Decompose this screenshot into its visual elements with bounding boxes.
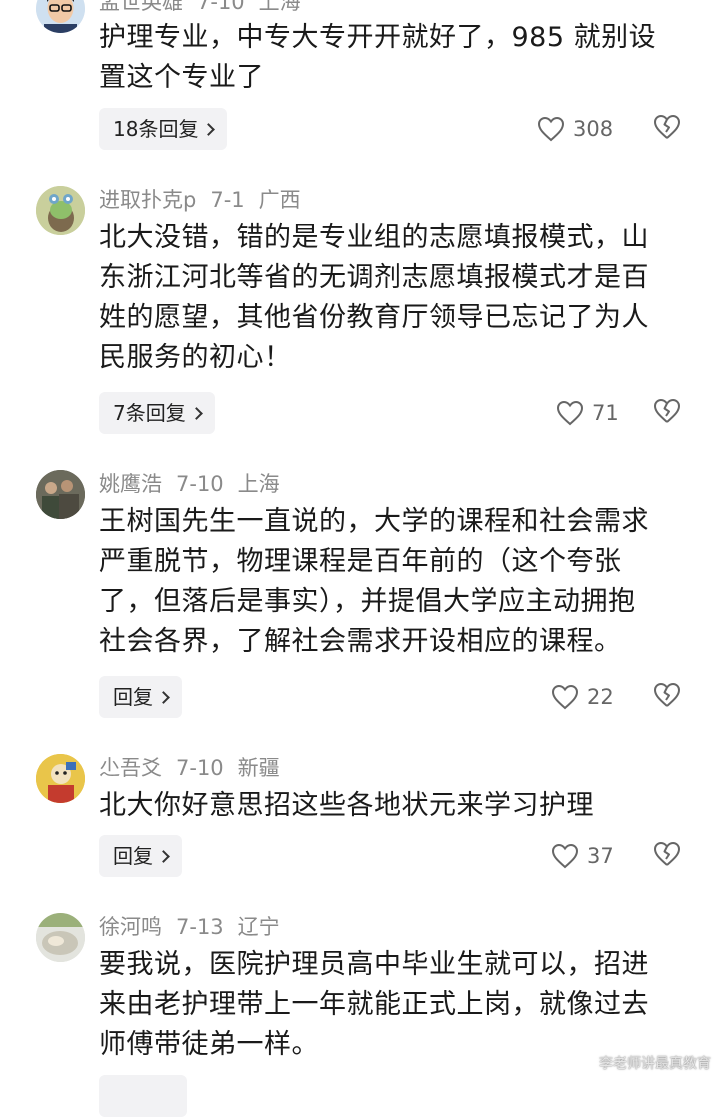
username[interactable]: 孟世英雄 xyxy=(99,0,183,14)
comment-text-line: 社会各界，了解社会需求开设相应的课程。 xyxy=(99,626,622,657)
broken-heart-icon xyxy=(654,399,680,423)
like-count: 71 xyxy=(592,401,619,425)
comment-text: 北大没错，错的是专业组的志愿填报模式，山 东浙江河北等省的无调剂志愿填报模式才是… xyxy=(99,218,679,378)
reply-label: 7条回复 xyxy=(113,401,186,425)
comment-meta: 进取扑克p 7-1 广西 xyxy=(99,186,315,214)
username[interactable]: 姚鹰浩 xyxy=(99,472,162,496)
dislike-button[interactable] xyxy=(653,398,683,428)
comment-location: 广西 xyxy=(258,188,301,212)
dislike-button[interactable] xyxy=(653,114,683,144)
like-button[interactable]: 308 xyxy=(537,108,613,150)
heart-icon xyxy=(556,400,584,426)
comment-text-line: 严重脱节，物理课程是百年前的（这个夸张 xyxy=(99,546,622,577)
boy-with-glasses-avatar-icon xyxy=(36,0,85,33)
broken-heart-icon xyxy=(654,115,680,139)
comment-text-line: 置这个专业了 xyxy=(99,62,264,93)
username[interactable]: 徐河鸣 xyxy=(99,915,162,939)
comment-date: 7-1 xyxy=(210,188,245,212)
comment-text-line: 要我说，医院护理员高中毕业生就可以，招进 xyxy=(99,949,649,980)
chevron-right-icon xyxy=(189,407,203,420)
user-avatar[interactable] xyxy=(36,186,85,235)
comment-location: 新疆 xyxy=(237,756,280,780)
heart-icon xyxy=(537,116,565,142)
reply-label: 18条回复 xyxy=(113,117,199,141)
reply-button[interactable]: 回复 xyxy=(99,835,182,877)
user-avatar[interactable] xyxy=(36,754,85,803)
username[interactable]: 进取扑克p xyxy=(99,188,196,212)
comment-location: 上海 xyxy=(237,472,280,496)
comment-text: 北大你好意思招这些各地状元来学习护理 xyxy=(99,786,679,826)
group-photo-avatar-icon xyxy=(36,470,85,519)
comment-text-line: 师傅带徒弟一样。 xyxy=(99,1029,319,1060)
comment-meta: 孟世英雄 7-10 上海 xyxy=(99,0,315,16)
reply-button[interactable]: 回复 xyxy=(99,676,182,718)
like-count: 308 xyxy=(573,117,614,141)
comment-text-line: 姓的愿望，其他省份教育厅领导已忘记了为人 xyxy=(99,302,649,333)
like-count: 37 xyxy=(587,844,614,868)
comment-text-line: 王树国先生一直说的，大学的课程和社会需求 xyxy=(99,506,649,537)
chevron-right-icon xyxy=(202,123,216,136)
landscape-avatar-icon xyxy=(36,913,85,962)
reply-label: 回复 xyxy=(113,844,153,868)
comment-text-line: 北大你好意思招这些各地状元来学习护理 xyxy=(99,790,594,821)
broken-heart-icon xyxy=(654,842,680,866)
dislike-button[interactable] xyxy=(653,682,683,712)
comment-date: 7-10 xyxy=(176,472,224,496)
comment-date: 7-10 xyxy=(197,0,245,14)
comment-text-line: 了，但落后是事实），并提倡大学应主动拥抱 xyxy=(99,586,636,617)
user-avatar[interactable] xyxy=(36,0,85,33)
comment-text-line: 民服务的初心！ xyxy=(99,342,292,373)
comment-date: 7-13 xyxy=(176,915,224,939)
watermark: 李老师讲最真教育 xyxy=(599,1056,711,1072)
user-avatar[interactable] xyxy=(36,913,85,962)
comment-text-line: 北大没错，错的是专业组的志愿填报模式，山 xyxy=(99,222,649,253)
comment-text: 要我说，医院护理员高中毕业生就可以，招进 来由老护理带上一年就能正式上岗，就像过… xyxy=(99,945,679,1065)
comment-date: 7-10 xyxy=(176,756,224,780)
broken-heart-icon xyxy=(654,683,680,707)
comment-text-line: 来由老护理带上一年就能正式上岗，就像过去 xyxy=(99,989,649,1020)
comment-location: 辽宁 xyxy=(237,915,280,939)
comment-meta: 尐吾爻 7-10 新疆 xyxy=(99,754,294,782)
comment-meta: 徐河鸣 7-13 辽宁 xyxy=(99,913,294,941)
like-button[interactable]: 22 xyxy=(551,676,614,718)
heart-icon xyxy=(551,843,579,869)
view-replies-button[interactable]: 18条回复 xyxy=(99,108,228,150)
cartoon-creature-avatar-icon xyxy=(36,186,85,235)
chevron-right-icon xyxy=(157,850,170,863)
reply-label: 回复 xyxy=(113,685,153,709)
comment-meta: 姚鹰浩 7-10 上海 xyxy=(99,470,294,498)
user-avatar[interactable] xyxy=(36,470,85,519)
like-button[interactable]: 37 xyxy=(551,835,614,877)
chevron-right-icon xyxy=(157,691,170,704)
comment-text: 王树国先生一直说的，大学的课程和社会需求 严重脱节，物理课程是百年前的（这个夸张… xyxy=(99,502,679,662)
view-replies-button[interactable]: 7条回复 xyxy=(99,392,215,434)
like-button[interactable]: 71 xyxy=(556,392,619,434)
comment-text-line: 护理专业，中专大专开开就好了，985 就别设 xyxy=(99,22,657,53)
like-count: 22 xyxy=(587,685,614,709)
cartoon-character-avatar-icon xyxy=(36,754,85,803)
dislike-button[interactable] xyxy=(653,841,683,871)
reply-button[interactable] xyxy=(99,1075,187,1117)
comment-text-line: 东浙江河北等省的无调剂志愿填报模式才是百 xyxy=(99,262,649,293)
comment-text: 护理专业，中专大专开开就好了，985 就别设 置这个专业了 xyxy=(99,18,679,98)
heart-icon xyxy=(551,684,579,710)
comment-location: 上海 xyxy=(258,0,301,14)
username[interactable]: 尐吾爻 xyxy=(99,756,162,780)
